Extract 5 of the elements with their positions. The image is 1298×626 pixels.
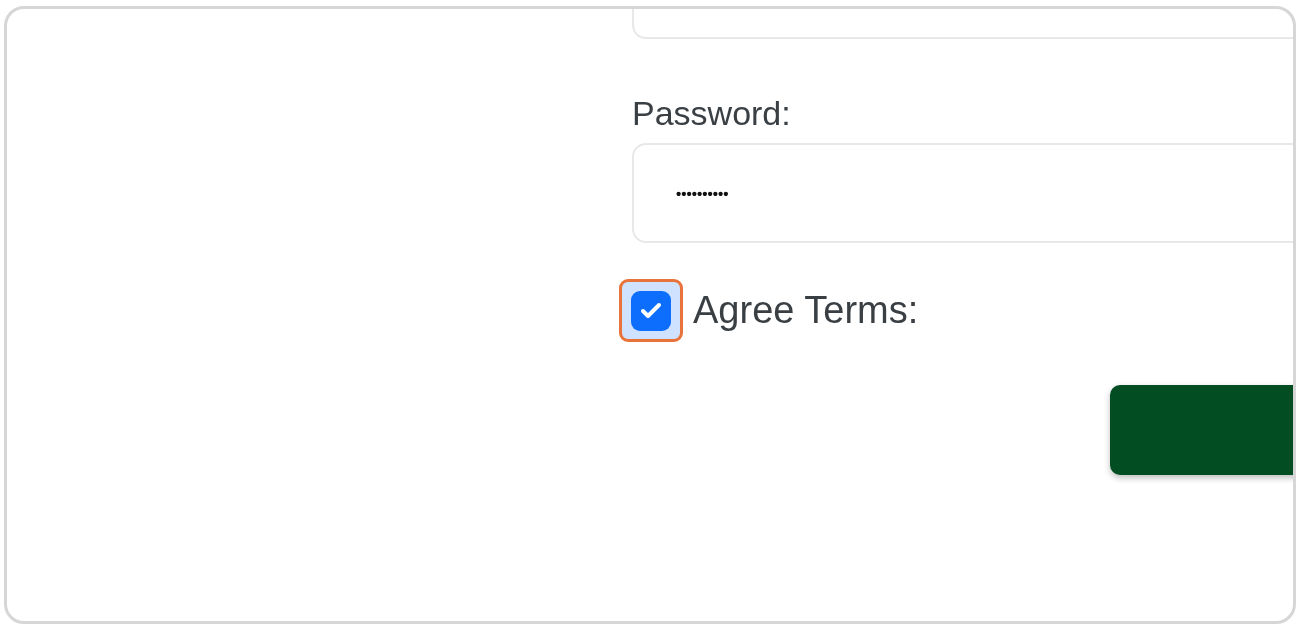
password-field[interactable]: •••••••••• [632, 143, 1293, 243]
checkbox-label: Agree Terms: [693, 289, 919, 332]
check-icon [640, 301, 662, 320]
field-label: Password: [632, 93, 792, 133]
checkbox[interactable] [631, 290, 671, 331]
